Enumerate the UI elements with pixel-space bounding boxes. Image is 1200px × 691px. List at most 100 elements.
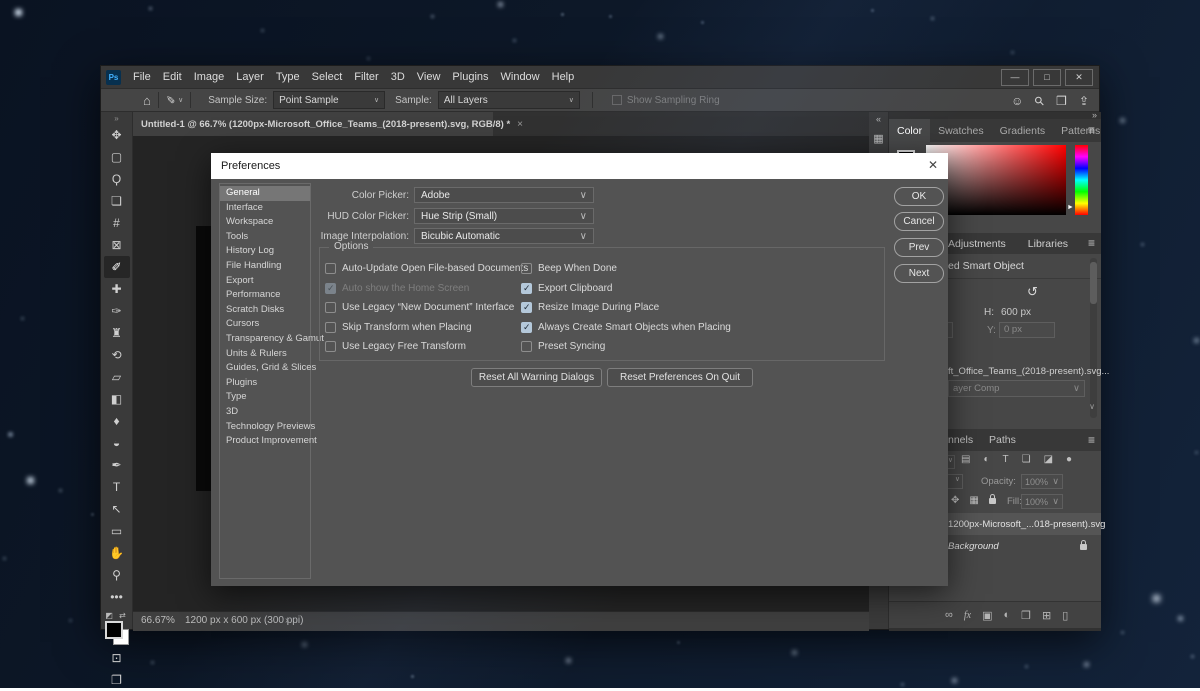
panel-menu-icon[interactable]: ≡ [1088, 433, 1095, 447]
menu-item[interactable]: Edit [157, 66, 188, 88]
tool-icon[interactable]: T [104, 476, 130, 498]
checkbox[interactable] [521, 283, 532, 294]
menu-item[interactable]: 3D [385, 66, 411, 88]
preferences-sidebar-item[interactable]: Product Improvement [220, 434, 310, 449]
tab-close-icon[interactable]: × [517, 119, 523, 130]
foreground-background-swatches[interactable] [105, 621, 129, 645]
layer-filter-icon[interactable]: ▤ [961, 454, 970, 465]
dialog-title-bar[interactable]: Preferences ✕ [211, 153, 948, 179]
scroll-more-icon[interactable]: ∨ [1089, 402, 1095, 411]
dialog-close-icon[interactable]: ✕ [928, 158, 938, 172]
tab-paths[interactable]: Paths [989, 434, 1016, 446]
sample-size-select[interactable]: Point Sample ∨ [273, 91, 385, 109]
option-checkbox-row[interactable]: Preset Syncing [521, 341, 731, 352]
preferences-sidebar-item[interactable]: 3D [220, 405, 310, 420]
background-color-swatch[interactable] [113, 629, 129, 645]
collapse-panels-icon[interactable]: « [869, 114, 888, 124]
tool-icon[interactable]: ✐ [104, 256, 130, 278]
tool-icon[interactable]: ••• [104, 586, 130, 608]
reset-preferences-button[interactable]: Reset Preferences On Quit [607, 368, 753, 387]
checkbox[interactable] [521, 263, 532, 274]
tool-icon[interactable]: ⚲ [104, 564, 130, 586]
checkbox[interactable] [325, 322, 336, 333]
menu-item[interactable]: Help [546, 66, 581, 88]
color-picker-select[interactable]: Adobe ∨ [414, 187, 594, 203]
layer-filter-icon[interactable]: ● [1066, 454, 1072, 465]
quick-mask-icon[interactable]: ⊡ [104, 647, 130, 669]
menu-item[interactable]: Window [495, 66, 546, 88]
reset-icon[interactable]: ↺ [1027, 284, 1038, 300]
layer-filter-icon[interactable]: ◐ [983, 454, 989, 465]
preferences-sidebar-item[interactable]: Technology Previews [220, 420, 310, 435]
opacity-field[interactable]: 100% ∨ [1021, 474, 1063, 489]
preferences-sidebar-item[interactable]: Plugins [220, 376, 310, 391]
close-button[interactable]: ✕ [1065, 69, 1093, 86]
tool-icon[interactable]: ⊠ [104, 234, 130, 256]
maximize-button[interactable]: □ [1033, 69, 1061, 86]
cancel-button[interactable]: Cancel [894, 212, 944, 231]
preferences-sidebar-item[interactable]: Type [220, 390, 310, 405]
preferences-sidebar-item[interactable]: Transparency & Gamut [220, 332, 310, 347]
checkbox[interactable] [521, 302, 532, 313]
sample-select[interactable]: All Layers ∨ [438, 91, 580, 109]
scrollbar-track[interactable] [1090, 258, 1097, 418]
tool-icon[interactable]: Ϙ [104, 168, 130, 190]
tool-icon[interactable]: ❏ [104, 190, 130, 212]
share-icon[interactable]: ⇪ [1079, 94, 1089, 108]
collapse-panels-right-icon[interactable]: » [1092, 110, 1097, 120]
document-tab[interactable]: Untitled-1 @ 66.7% (1200px-Microsoft_Off… [133, 112, 493, 136]
account-icon[interactable]: ☺ [1011, 94, 1023, 108]
menu-item[interactable]: View [411, 66, 447, 88]
preferences-sidebar-item[interactable]: Scratch Disks [220, 303, 310, 318]
foreground-color-swatch[interactable] [105, 621, 123, 639]
lock-position-icon[interactable]: ✥ [951, 495, 959, 506]
menu-item[interactable]: File [127, 66, 157, 88]
layer-filter-icon[interactable]: ◪ [1044, 454, 1053, 465]
preferences-sidebar-item[interactable]: Units & Rulers [220, 347, 310, 362]
swap-colors-icon[interactable]: ◩ ⇄ [101, 611, 132, 620]
panel-tab[interactable]: Libraries [1028, 238, 1068, 250]
option-checkbox-row[interactable]: Auto show the Home Screen [325, 283, 528, 294]
checkbox[interactable] [325, 341, 336, 352]
option-checkbox-row[interactable]: Use Legacy Free Transform [325, 341, 528, 352]
scrollbar-thumb[interactable] [1090, 262, 1097, 304]
preferences-sidebar-item[interactable]: Export [220, 274, 310, 289]
workspace-icon[interactable]: ❒ [1056, 94, 1067, 108]
menu-item[interactable]: Filter [348, 66, 384, 88]
lock-pixels-icon[interactable]: ▦ [969, 495, 978, 506]
layers-action-icon[interactable]: ⊞ [1042, 609, 1051, 622]
ok-button[interactable]: OK [894, 187, 944, 206]
tool-icon[interactable]: ✑ [104, 300, 130, 322]
collapsed-panel-icon[interactable]: ▦ [869, 132, 888, 145]
status-chevron-icon[interactable]: › [285, 615, 288, 626]
tab-channels[interactable]: nnels [948, 434, 973, 446]
search-icon[interactable]: ⚲ [1032, 93, 1048, 109]
toolbar-expand-icon[interactable]: » [101, 112, 132, 124]
tool-icon[interactable]: ⟲ [104, 344, 130, 366]
minimize-button[interactable]: — [1001, 69, 1029, 86]
hud-color-picker-select[interactable]: Hue Strip (Small) ∨ [414, 208, 594, 224]
preferences-sidebar-item[interactable]: Cursors [220, 317, 310, 332]
checkbox[interactable] [325, 283, 336, 294]
hue-slider-arrow-icon[interactable]: ► [1067, 204, 1074, 211]
option-checkbox-row[interactable]: Use Legacy “New Document” Interface [325, 302, 528, 313]
menu-item[interactable]: Layer [230, 66, 270, 88]
option-checkbox-row[interactable]: Resize Image During Place [521, 302, 731, 313]
panel-tab[interactable]: Swatches [930, 119, 992, 142]
layer-filter-icon[interactable]: T [1003, 454, 1009, 465]
lock-all-icon[interactable] [989, 498, 996, 504]
checkbox[interactable] [612, 95, 622, 105]
layers-action-icon[interactable]: ◐ [1003, 609, 1010, 621]
y-field[interactable]: 0 px [999, 322, 1055, 338]
reset-warning-dialogs-button[interactable]: Reset All Warning Dialogs [471, 368, 602, 387]
panel-tab[interactable]: Color [889, 119, 930, 142]
tool-icon[interactable]: ♦ [104, 410, 130, 432]
home-icon[interactable]: ⌂ [143, 93, 151, 108]
preferences-sidebar-item[interactable]: History Log [220, 244, 310, 259]
prev-button[interactable]: Prev [894, 238, 944, 257]
checkbox[interactable] [521, 322, 532, 333]
eyedropper-tool-icon[interactable]: ✐ [166, 94, 175, 107]
chevron-down-icon[interactable]: ∨ [178, 96, 183, 104]
layer-filter-icon[interactable]: ❏ [1022, 454, 1031, 465]
panel-menu-icon[interactable]: ≡ [1088, 236, 1095, 250]
